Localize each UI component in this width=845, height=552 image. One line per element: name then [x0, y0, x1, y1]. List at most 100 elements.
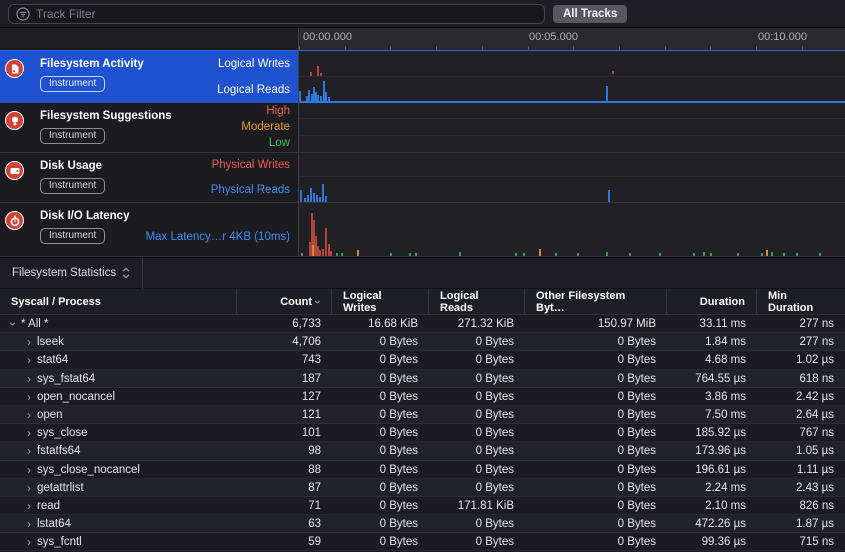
all-tracks-button[interactable]: All Tracks: [553, 5, 627, 23]
graph-spike: [304, 198, 306, 202]
instrument-badge: Instrument: [40, 128, 105, 144]
column-header-label: Count: [280, 296, 312, 308]
table-row[interactable]: ›getattrlist870 Bytes0 Bytes0 Bytes2.24 …: [0, 479, 845, 497]
disclosure-triangle[interactable]: ›: [25, 354, 33, 366]
graph-spike: [317, 66, 319, 76]
disclosure-triangle[interactable]: ›: [25, 336, 33, 348]
table-row[interactable]: ›sys_close1010 Bytes0 Bytes0 Bytes185.92…: [0, 424, 845, 442]
disclosure-triangle[interactable]: ›: [25, 482, 33, 494]
duration-cell: 1.84 ms: [667, 336, 757, 348]
other_fs-cell: 0 Bytes: [525, 518, 667, 530]
time-ruler[interactable]: 00:00.00000:05.00000:10.000: [298, 28, 845, 50]
filesystem-suggestions-icon: [5, 111, 24, 130]
table-row[interactable]: ›sys_close_nocancel880 Bytes0 Bytes0 Byt…: [0, 461, 845, 479]
disclosure-triangle[interactable]: ›: [7, 320, 19, 328]
table-row[interactable]: ›* All *6,73316.68 KiB271.32 KiB150.97 M…: [0, 315, 845, 333]
track-disk-io-latency[interactable]: Disk I/O Latency Instrument Max Latency……: [0, 203, 845, 257]
track-plot-filesystem-suggestions[interactable]: [298, 103, 845, 152]
graph-spike: [606, 252, 608, 256]
disclosure-triangle[interactable]: ›: [25, 536, 33, 548]
track-head-filesystem-suggestions[interactable]: Filesystem Suggestions Instrument High M…: [0, 103, 298, 152]
disclosure-triangle[interactable]: ›: [25, 500, 33, 512]
graph-spike: [313, 193, 315, 202]
table-row[interactable]: ›fstatfs64980 Bytes0 Bytes0 Bytes173.96 …: [0, 442, 845, 460]
graph-spike: [325, 196, 327, 202]
graph-spike: [539, 249, 541, 256]
syscall-name: stat64: [37, 354, 68, 366]
disclosure-triangle[interactable]: ›: [25, 373, 33, 385]
ruler-time-label: 00:05.000: [529, 31, 578, 43]
graph-spike: [693, 253, 695, 256]
track-disk-usage[interactable]: Disk Usage Instrument Physical Writes Ph…: [0, 153, 845, 203]
disclosure-triangle[interactable]: ›: [25, 464, 33, 476]
disclosure-triangle[interactable]: ›: [25, 409, 33, 421]
graph-spike: [322, 249, 324, 256]
graph-spike: [459, 252, 461, 256]
column-header-label: Logical Reads: [440, 290, 513, 314]
track-head-disk-usage[interactable]: Disk Usage Instrument Physical Writes Ph…: [0, 153, 298, 202]
filter-icon: [16, 7, 30, 21]
column-header-min_duration[interactable]: Min Duration: [757, 289, 845, 314]
lane-logical-writes: [299, 51, 845, 77]
syscall-cell: ›read: [0, 500, 237, 512]
disclosure-triangle[interactable]: ›: [25, 427, 33, 439]
table-row[interactable]: ›lstat64630 Bytes0 Bytes0 Bytes472.26 µs…: [0, 515, 845, 533]
top-toolbar: Track Filter All Tracks: [0, 0, 845, 28]
track-head-disk-io-latency[interactable]: Disk I/O Latency Instrument Max Latency……: [0, 203, 298, 256]
graph-spike: [341, 253, 343, 256]
table-row[interactable]: ›lseek4,7060 Bytes0 Bytes0 Bytes1.84 ms2…: [0, 333, 845, 351]
disclosure-triangle[interactable]: ›: [25, 518, 33, 530]
syscall-name: lseek: [37, 336, 64, 348]
table-row[interactable]: ›sys_fstat641870 Bytes0 Bytes0 Bytes764.…: [0, 370, 845, 388]
table-row[interactable]: ›sys_fcntl590 Bytes0 Bytes0 Bytes99.36 µ…: [0, 533, 845, 551]
column-header-other_fs[interactable]: Other Filesystem Byt…: [525, 289, 667, 314]
track-plot-filesystem-activity[interactable]: [298, 51, 845, 103]
logical_writes-cell: 0 Bytes: [332, 354, 429, 366]
graph-spike: [555, 253, 557, 256]
detail-view-selector[interactable]: Filesystem Statistics: [0, 267, 142, 279]
column-header-logical_reads[interactable]: Logical Reads: [429, 289, 525, 314]
detail-view-selector-label: Filesystem Statistics: [12, 267, 116, 279]
table-row[interactable]: ›open1210 Bytes0 Bytes0 Bytes7.50 ms2.64…: [0, 406, 845, 424]
logical_writes-cell: 0 Bytes: [332, 536, 429, 548]
track-filesystem-activity[interactable]: Filesystem Activity Instrument Logical W…: [0, 50, 845, 103]
other_fs-cell: 0 Bytes: [525, 464, 667, 476]
column-header-count[interactable]: Count›: [237, 289, 332, 314]
logical_writes-cell: 0 Bytes: [332, 409, 429, 421]
lane-label-max-latency: Max Latency…r 4KB (10ms): [146, 231, 290, 243]
column-header-name[interactable]: Syscall / Process: [0, 289, 237, 314]
track-filesystem-suggestions[interactable]: Filesystem Suggestions Instrument High M…: [0, 103, 845, 153]
track-filter-input[interactable]: Track Filter: [8, 4, 545, 24]
graph-spike: [710, 253, 712, 256]
other_fs-cell: 0 Bytes: [525, 354, 667, 366]
table-row[interactable]: ›open_nocancel1270 Bytes0 Bytes0 Bytes3.…: [0, 388, 845, 406]
logical_reads-cell: 0 Bytes: [429, 536, 525, 548]
min_duration-cell: 1.87 µs: [757, 518, 845, 530]
syscall-name: sys_close_nocancel: [37, 464, 140, 476]
track-plot-disk-usage[interactable]: [298, 153, 845, 202]
column-header-logical_writes[interactable]: Logical Writes: [332, 289, 429, 314]
disclosure-triangle[interactable]: ›: [25, 391, 33, 403]
lane-max-latency: [299, 203, 845, 256]
min_duration-cell: 2.42 µs: [757, 391, 845, 403]
logical_reads-cell: 0 Bytes: [429, 482, 525, 494]
table-row[interactable]: ›read710 Bytes171.81 KiB0 Bytes2.10 ms82…: [0, 497, 845, 515]
min_duration-cell: 767 ns: [757, 427, 845, 439]
min_duration-cell: 715 ns: [757, 536, 845, 548]
track-head-filesystem-activity[interactable]: Filesystem Activity Instrument Logical W…: [0, 51, 298, 103]
column-header-duration[interactable]: Duration: [667, 289, 757, 314]
duration-cell: 7.50 ms: [667, 409, 757, 421]
lane-label-physical-reads: Physical Reads: [211, 184, 290, 196]
duration-cell: 173.96 µs: [667, 445, 757, 457]
lane-label-high: High: [266, 105, 290, 117]
syscall-cell: › stat64: [0, 354, 237, 366]
filesystem-activity-icon: [5, 59, 24, 78]
logical_reads-cell: 0 Bytes: [429, 445, 525, 457]
syscall-name: sys_fstat64: [37, 373, 95, 385]
track-plot-disk-io-latency[interactable]: [298, 203, 845, 256]
table-row[interactable]: ›stat647430 Bytes0 Bytes0 Bytes4.68 ms1.…: [0, 351, 845, 369]
disclosure-triangle[interactable]: ›: [25, 445, 33, 457]
logical_writes-cell: 0 Bytes: [332, 336, 429, 348]
logical_writes-cell: 0 Bytes: [332, 445, 429, 457]
graph-spike: [300, 190, 302, 202]
